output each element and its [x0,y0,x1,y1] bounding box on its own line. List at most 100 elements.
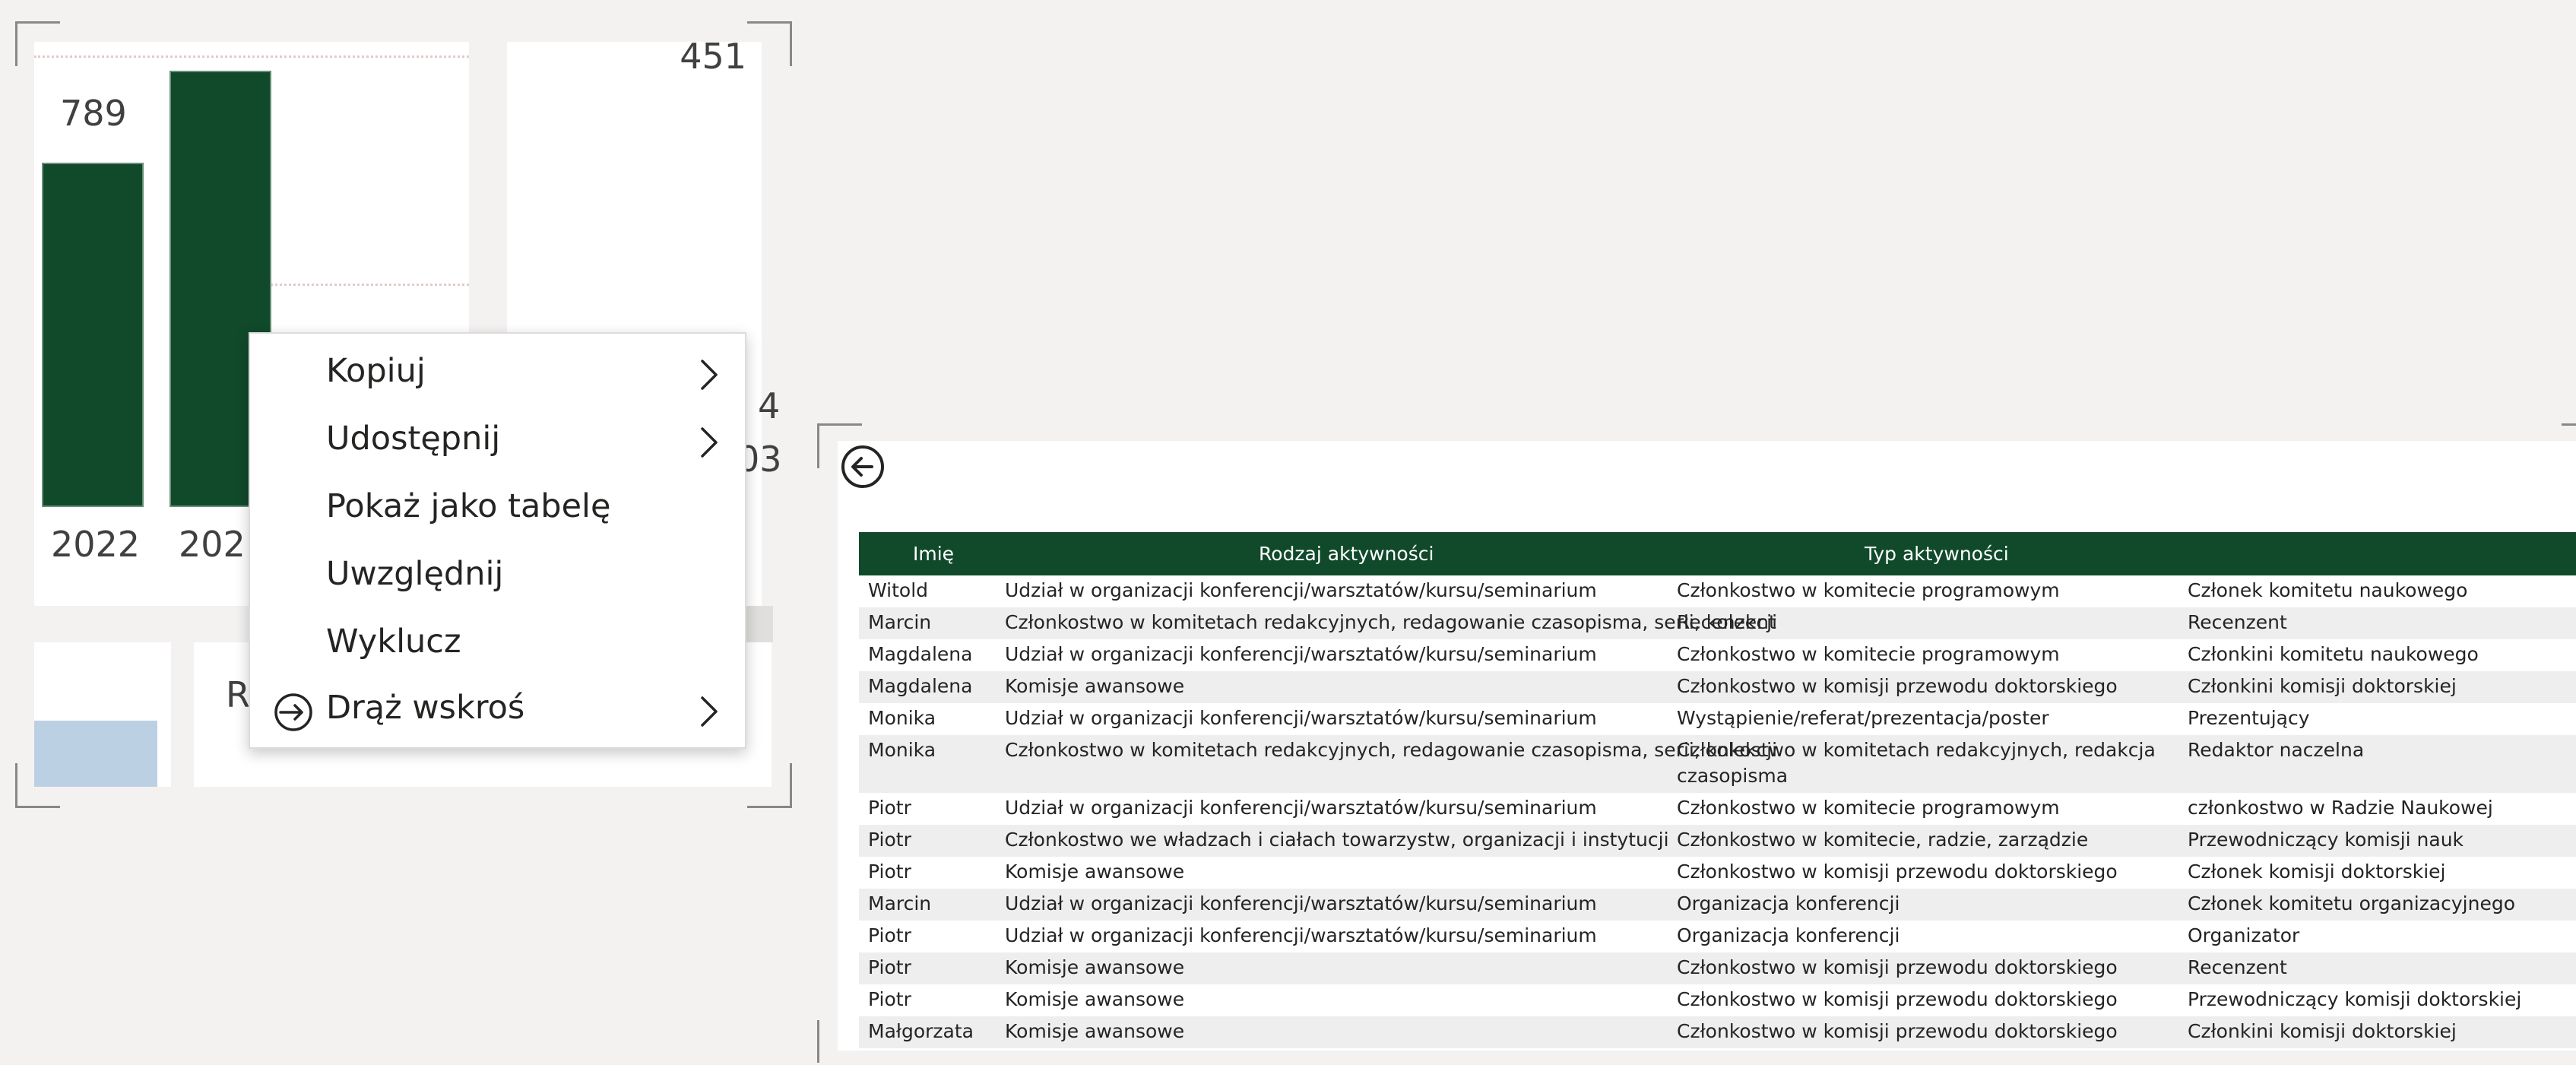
cell-rola: Członek komitetu organizacyjnego [2188,892,2516,914]
menu-item-label: Wyklucz [326,623,461,661]
table-row[interactable]: Magdalena Udział w organizacji konferencj… [859,639,2576,671]
cell-rodzaj-aktywnosci: Udział w organizacji konferencji/warszta… [1005,924,1597,946]
cell-typ-aktywnosci: Wystąpienie/referat/prezentacja/poster [1677,707,2049,729]
blue-bar [34,721,157,787]
x-tick-2023: 202 [179,524,246,565]
cell-rodzaj-aktywnosci: Udział w organizacji konferencji/warszta… [1005,643,1597,665]
column-header-imie[interactable]: Imię [913,532,954,575]
cell-rodzaj-aktywnosci: Członkostwo we władzach i ciałach towarz… [1005,829,1669,851]
menu-item-label: Pokaż jako tabelę [326,487,611,525]
table-row[interactable]: Monika Udział w organizacji konferencji/w… [859,703,2576,735]
table-row[interactable]: Piotr Udział w organizacji konferencji/wa… [859,921,2576,952]
cell-rola: Redaktor naczelna [2188,739,2365,761]
table-row[interactable]: Marcin Członkostwo w komitetach redakcyjn… [859,607,2576,639]
cell-imie: Magdalena [868,675,973,697]
cell-rodzaj-aktywnosci: Udział w organizacji konferencji/warszta… [1005,579,1597,601]
cell-rodzaj-aktywnosci: Członkostwo w komitetach redakcyjnych, r… [1005,611,1778,633]
cell-rola: członkostwo w Radzie Naukowej [2188,797,2493,819]
table-row[interactable]: Małgorzata Komisje awansowe Członkostwo w … [859,1016,2576,1048]
cell-imie: Piotr [868,924,911,946]
cell-rola: Organizator [2188,924,2300,946]
cell-rola: Recenzent [2188,611,2287,633]
table-visual: Imię Rodzaj aktywności Typ aktywności Wi… [838,441,2576,1051]
cell-imie: Monika [868,707,936,729]
cell-rola: Recenzent [2188,956,2287,978]
table-row[interactable]: Marcin Udział w organizacji konferencji/w… [859,889,2576,921]
table-row[interactable]: Witold Udział w organizacji konferencji/w… [859,575,2576,607]
menu-item-udostępnij[interactable]: Udostępnij [250,409,745,476]
cell-imie: Piotr [868,861,911,883]
menu-item-drąż-wskroś[interactable]: Drąż wskroś [250,678,745,745]
context-menu: Kopiuj Udostępnij Pokaż jako tabelę Uwzględ… [249,332,746,749]
table-focus-tick-right [2562,423,2576,426]
table-row[interactable]: Piotr Udział w organizacji konferencji/wa… [859,793,2576,825]
cell-typ-aktywnosci: Członkostwo w komitecie programowym [1677,797,2060,819]
cell-typ-aktywnosci: Organizacja konferencji [1677,892,1900,914]
cell-rola: Członkini komitetu naukowego [2188,643,2479,665]
menu-item-label: Udostępnij [326,420,501,458]
cell-rodzaj-aktywnosci: Członkostwo w komitetach redakcyjnych, r… [1005,739,1778,761]
cell-imie: Marcin [868,892,932,914]
drill-through-icon [274,693,312,731]
cell-imie: Marcin [868,611,932,633]
table-row[interactable]: Monika Członkostwo w komitetach redakcyjn… [859,735,2576,793]
menu-item-pokaż-jako-tabelę[interactable]: Pokaż jako tabelę [250,477,745,544]
cell-typ-aktywnosci: Członkostwo w komisji przewodu doktorski… [1677,1020,2118,1042]
cell-typ-aktywnosci: Organizacja konferencji [1677,924,1900,946]
cell-imie: Małgorzata [868,1020,974,1042]
menu-item-kopiuj[interactable]: Kopiuj [250,341,745,408]
table-row[interactable]: Piotr Komisje awansowe Członkostwo w komis… [859,857,2576,889]
cell-typ-aktywnosci: Członkostwo w komitecie, radzie, zarządz… [1677,829,2089,851]
cell-imie: Piotr [868,797,911,819]
chevron-right-icon [701,696,718,727]
cell-rodzaj-aktywnosci: Komisje awansowe [1005,675,1185,697]
table-row[interactable]: Piotr Komisje awansowe Członkostwo w komis… [859,952,2576,984]
cell-typ-aktywnosci: Członkostwo w komisji przewodu doktorski… [1677,956,2118,978]
column-header-rodzaj-aktywnosci[interactable]: Rodzaj aktywności [1259,532,1434,575]
cell-imie: Magdalena [868,643,973,665]
cell-rola: Członkini komisji doktorskiej [2188,675,2457,697]
menu-item-label: Drąż wskroś [326,689,525,727]
cell-rola: Przewodniczący komisji nauk [2188,829,2464,851]
cell-imie: Piotr [868,829,911,851]
cell-rodzaj-aktywnosci: Komisje awansowe [1005,861,1185,883]
cell-typ-aktywnosci: Recenzent [1677,611,1776,633]
lower-left-card[interactable] [34,642,171,787]
chevron-right-icon [701,360,718,390]
cell-typ-aktywnosci: Członkostwo w komitecie programowym [1677,643,2060,665]
cell-typ-aktywnosci: Członkostwo w komisji przewodu doktorski… [1677,988,2118,1010]
lower-card-fragment: R [226,674,250,715]
column-header-typ-aktywnosci[interactable]: Typ aktywności [1865,532,2009,575]
cell-imie: Witold [868,579,929,601]
table-header-row: Imię Rodzaj aktywności Typ aktywności [859,532,2576,575]
cell-rodzaj-aktywnosci: Komisje awansowe [1005,988,1185,1010]
cell-rodzaj-aktywnosci: Udział w organizacji konferencji/warszta… [1005,892,1597,914]
cell-typ-aktywnosci: Członkostwo w komisji przewodu doktorski… [1677,861,2118,883]
cell-rodzaj-aktywnosci: Udział w organizacji konferencji/warszta… [1005,797,1597,819]
table-row[interactable]: Magdalena Komisje awansowe Członkostwo w k… [859,671,2576,703]
cell-rodzaj-aktywnosci: Komisje awansowe [1005,956,1185,978]
cell-rodzaj-aktywnosci: Udział w organizacji konferencji/warszta… [1005,707,1597,729]
cell-imie: Monika [868,739,936,761]
menu-item-wyklucz[interactable]: Wyklucz [250,612,745,679]
menu-item-uwzględnij[interactable]: Uwzględnij [250,544,745,611]
table-row[interactable]: Piotr Komisje awansowe Członkostwo w komis… [859,984,2576,1016]
cell-imie: Piotr [868,956,911,978]
bar-2022[interactable] [42,163,144,507]
chevron-right-icon [701,427,718,458]
back-arrow-icon[interactable] [840,444,886,490]
menu-item-label: Uwzględnij [326,555,504,593]
side-card-fragment-1: 4 [758,385,781,426]
cell-typ-aktywnosci: Członkostwo w komisji przewodu doktorski… [1677,675,2118,697]
menu-item-label: Kopiuj [326,352,426,390]
cell-rola: Członkini komisji doktorskiej [2188,1020,2457,1042]
gridline-top [34,55,469,58]
cell-rola: Członek komisji doktorskiej [2188,861,2446,883]
x-tick-2022: 2022 [51,524,141,565]
data-label-2022: 789 [60,93,127,135]
cell-rola: Prezentujący [2188,707,2310,729]
table-row[interactable]: Piotr Członkostwo we władzach i ciałach t… [859,825,2576,857]
cell-rola: Przewodniczący komisji doktorskiej [2188,988,2522,1010]
cell-typ-aktywnosci: Członkostwo w komitetach redakcyjnych, r… [1677,739,2156,787]
gridline-middle [239,284,469,286]
